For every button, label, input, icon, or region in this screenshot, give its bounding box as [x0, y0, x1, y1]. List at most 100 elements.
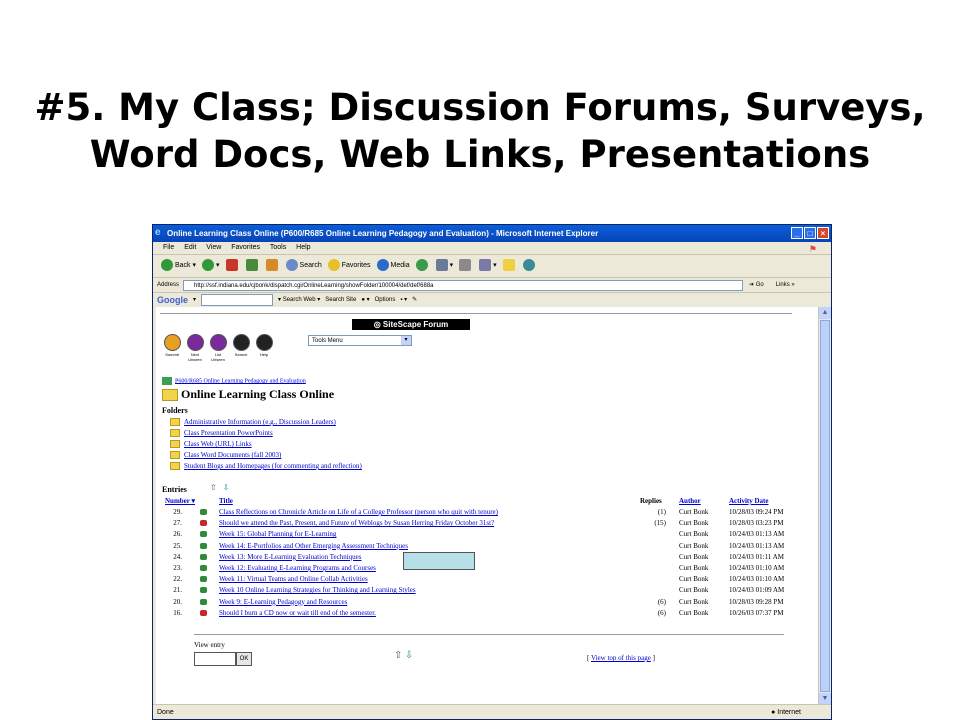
notes-button[interactable]	[502, 255, 517, 277]
print-button[interactable]	[459, 255, 473, 277]
arrow-down-icon[interactable]: ⇩	[405, 650, 413, 661]
view-entry-input[interactable]	[194, 652, 236, 666]
go-button[interactable]: ➔ Go	[749, 278, 764, 292]
menu-view[interactable]: View	[206, 244, 221, 251]
breadcrumb[interactable]: P600/R685 Online Learning Pedagogy and E…	[162, 377, 306, 385]
menu-tools[interactable]: Tools	[270, 244, 286, 251]
next-unseen-button[interactable]: Next Unseen	[185, 334, 205, 362]
minimize-button[interactable]: _	[791, 227, 803, 239]
edit-button[interactable]: ▾	[479, 255, 497, 277]
entry-date: 10/26/03 07:37 PM	[729, 608, 784, 617]
arrow-down-icon[interactable]: ⇩	[223, 483, 230, 492]
ok-button[interactable]: OK	[236, 652, 252, 666]
arrow-up-icon[interactable]: ⇧	[210, 483, 217, 492]
menu-edit[interactable]: Edit	[184, 244, 196, 251]
table-row: 21. Week 10 Online Learning Strategies fo…	[156, 585, 796, 596]
standard-toolbar: Back ▾ ▾ Search Favorites Media ▾ ▾	[153, 255, 831, 278]
google-search-web-button[interactable]: ▾ Search Web ▾	[278, 293, 320, 307]
media-button[interactable]: Media	[376, 255, 410, 277]
sort-down-icon: ▾	[191, 497, 196, 505]
list-unseen-button[interactable]: List Unseen	[208, 334, 228, 362]
folders-label: Folders	[162, 406, 188, 415]
col-header-date[interactable]: Activity Date	[729, 497, 768, 505]
maximize-button[interactable]: □	[804, 227, 816, 239]
links-button[interactable]: Links »	[776, 278, 795, 292]
folder-link[interactable]: Class Web (URL) Links	[170, 439, 252, 450]
menu-file[interactable]: File	[163, 244, 174, 251]
google-logo-dropdown[interactable]: ▾	[193, 293, 196, 307]
forward-button[interactable]: ▾	[202, 255, 220, 277]
entry-title-link[interactable]: Should we attend the Past, Present, and …	[219, 518, 494, 529]
table-row: 25. Week 14: E-Portfolios and Other Emerg…	[156, 541, 796, 552]
entry-title-link[interactable]: Week 13: More E-Learning Evaluation Tech…	[219, 552, 361, 563]
stop-button[interactable]	[225, 255, 240, 277]
entry-status-icon	[200, 509, 207, 515]
entry-title-link[interactable]: Class Reflections on Chronicle Article o…	[219, 507, 498, 518]
entry-title-link[interactable]: Week 12: Evaluating E-Learning Programs …	[219, 563, 376, 574]
entry-title-link[interactable]: Week 9: E-Learning Pedagogy and Resource…	[219, 597, 347, 608]
messenger-button[interactable]	[522, 255, 537, 277]
summit-button[interactable]: Summit	[162, 334, 182, 362]
back-button[interactable]: Back ▾	[161, 255, 196, 277]
entry-title-link[interactable]: Should I burn a CD now or wait till end …	[219, 608, 376, 619]
col-header-number[interactable]: Number ▾	[165, 497, 195, 505]
google-info-button[interactable]: ● ▾	[361, 293, 369, 307]
google-logo[interactable]: Google	[157, 293, 188, 307]
page-content: ◎ SiteScape Forum Summit Next Unseen Lis…	[156, 307, 819, 705]
folder-link[interactable]: Administrative Information (e.g., Discus…	[170, 417, 336, 428]
help-button[interactable]: Help	[254, 334, 274, 362]
entries-label: Entries	[162, 485, 187, 494]
page-title: Online Learning Class Online	[162, 387, 334, 402]
bottom-divider	[194, 634, 784, 635]
bottom-nav-arrows: ⇧ ⇩	[394, 650, 413, 661]
entry-replies: (6)	[657, 597, 666, 606]
sitescape-logo: ◎ SiteScape Forum	[352, 319, 470, 330]
col-header-author[interactable]: Author	[679, 497, 701, 505]
col-header-title[interactable]: Title	[219, 497, 233, 505]
forward-arrow-icon	[202, 259, 215, 272]
entry-title-link[interactable]: Week 11: Virtual Teams and Online Collab…	[219, 574, 368, 585]
help-icon	[255, 334, 273, 351]
google-folder-button[interactable]: ▪ ▾	[400, 293, 407, 307]
status-bar: Done ● Internet	[153, 704, 831, 719]
home-button[interactable]	[265, 255, 280, 277]
scroll-up-icon[interactable]: ▲	[819, 307, 831, 319]
folder-link[interactable]: Class Word Documents (fall 2003)	[170, 450, 281, 461]
magnifier-icon	[232, 334, 250, 351]
google-search-input[interactable]	[201, 294, 274, 306]
search-forum-button[interactable]: Search	[231, 334, 251, 362]
google-search-site-button[interactable]: Search Site	[325, 293, 356, 307]
folder-link[interactable]: Class Presentation PowerPoints	[170, 428, 273, 439]
history-button[interactable]	[415, 255, 430, 277]
menu-favorites[interactable]: Favorites	[231, 244, 260, 251]
refresh-button[interactable]	[245, 255, 260, 277]
scroll-thumb[interactable]	[820, 320, 830, 692]
favorites-button[interactable]: Favorites	[327, 255, 371, 277]
google-options-button[interactable]: Options	[375, 293, 396, 307]
mail-button[interactable]: ▾	[435, 255, 453, 277]
google-highlight-icon[interactable]: ✎	[412, 293, 417, 307]
window-titlebar[interactable]: e Online Learning Class Online (P600/R68…	[153, 225, 831, 242]
entry-number: 23.	[173, 564, 182, 572]
entry-number: 27.	[173, 519, 182, 528]
messenger-icon	[522, 259, 535, 272]
entry-number: 25.	[173, 541, 182, 550]
search-button[interactable]: Search	[285, 255, 322, 277]
arrow-up-icon[interactable]: ⇧	[394, 650, 402, 661]
menu-help[interactable]: Help	[296, 244, 310, 251]
tools-menu-select[interactable]: Tools Menu ▾	[308, 335, 412, 346]
folder-link[interactable]: Student Blogs and Homepages (for comment…	[170, 461, 362, 472]
vertical-scrollbar[interactable]: ▲ ▼	[818, 307, 831, 705]
table-row: 16. Should I burn a CD now or wait till e…	[156, 608, 796, 619]
entry-title-link[interactable]: Week 10 Online Learning Strategies for T…	[219, 585, 416, 596]
history-icon	[415, 259, 428, 272]
view-top-link[interactable]: [ View top of this page ]	[587, 654, 655, 662]
entry-title-link[interactable]: Week 14: E-Portfolios and Other Emerging…	[219, 541, 408, 552]
refresh-icon	[245, 259, 258, 272]
entry-status-icon	[200, 598, 207, 605]
entry-author: Curt Bonk	[679, 519, 709, 528]
entry-title-link[interactable]: Week 15: Global Planning for E-Learning	[219, 529, 336, 540]
entry-date: 10/24/03 01:09 AM	[729, 586, 785, 595]
address-input[interactable]: http://ssf.indiana.edu/cjbonk/dispatch.c…	[183, 279, 744, 291]
close-button[interactable]: ×	[817, 227, 829, 239]
